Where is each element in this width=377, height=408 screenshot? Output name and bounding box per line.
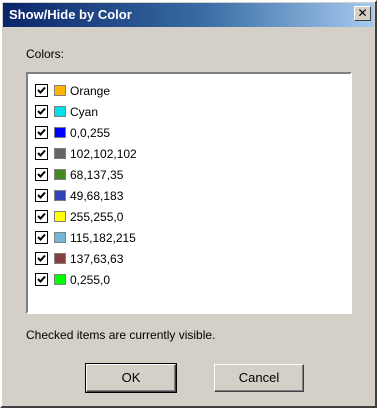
color-label: 68,137,35 (70, 167, 124, 182)
color-list-item[interactable]: Cyan (28, 101, 350, 122)
color-label: Orange (70, 83, 111, 98)
color-label: 255,255,0 (70, 209, 124, 224)
color-list-item[interactable]: 0,0,255 (28, 122, 350, 143)
color-label: 137,63,63 (70, 251, 124, 266)
title-bar[interactable]: Show/Hide by Color ✕ (3, 3, 374, 27)
checkbox[interactable] (35, 252, 48, 265)
color-swatch (54, 106, 66, 117)
ok-button[interactable]: OK (85, 363, 177, 393)
color-label: 102,102,102 (70, 146, 137, 161)
color-list-item[interactable]: 68,137,35 (28, 164, 350, 185)
color-swatch (54, 253, 66, 264)
color-swatch (54, 85, 66, 96)
color-list-item[interactable]: 137,63,63 (28, 248, 350, 269)
close-icon: ✕ (357, 6, 368, 20)
color-swatch (54, 274, 66, 285)
colors-listbox[interactable]: Orange Cyan 0,0,255 102,102,102 68,137,35 49,… (26, 72, 352, 314)
color-swatch (54, 127, 66, 138)
checkbox[interactable] (35, 84, 48, 97)
colors-label: Colors: (26, 47, 65, 61)
color-list-item[interactable]: 102,102,102 (28, 143, 350, 164)
color-label: 0,255,0 (70, 272, 111, 287)
checkbox[interactable] (35, 273, 48, 286)
checkbox[interactable] (35, 189, 48, 202)
color-list-item[interactable]: 49,68,183 (28, 185, 350, 206)
dialog-title: Show/Hide by Color (9, 7, 132, 22)
color-swatch (54, 190, 66, 201)
color-list-item[interactable]: 115,182,215 (28, 227, 350, 248)
checkbox[interactable] (35, 105, 48, 118)
checkbox[interactable] (35, 210, 48, 223)
color-label: Cyan (70, 104, 99, 119)
color-label: 0,0,255 (70, 125, 111, 140)
color-swatch (54, 169, 66, 180)
show-hide-dialog: Show/Hide by Color ✕ Colors: Orange Cyan 0… (0, 0, 377, 408)
color-label: 115,182,215 (70, 230, 136, 245)
checkbox[interactable] (35, 168, 48, 181)
checkbox[interactable] (35, 126, 48, 139)
checkbox[interactable] (35, 231, 48, 244)
color-list-item[interactable]: 0,255,0 (28, 269, 350, 290)
close-button[interactable]: ✕ (354, 6, 371, 21)
status-text: Checked items are currently visible. (26, 328, 216, 342)
color-list-item[interactable]: 255,255,0 (28, 206, 350, 227)
color-swatch (54, 148, 66, 159)
color-list-item[interactable]: Orange (28, 80, 350, 101)
cancel-button[interactable]: Cancel (214, 364, 304, 392)
color-swatch (54, 232, 66, 243)
color-swatch (54, 211, 66, 222)
checkbox[interactable] (35, 147, 48, 160)
color-label: 49,68,183 (70, 188, 124, 203)
